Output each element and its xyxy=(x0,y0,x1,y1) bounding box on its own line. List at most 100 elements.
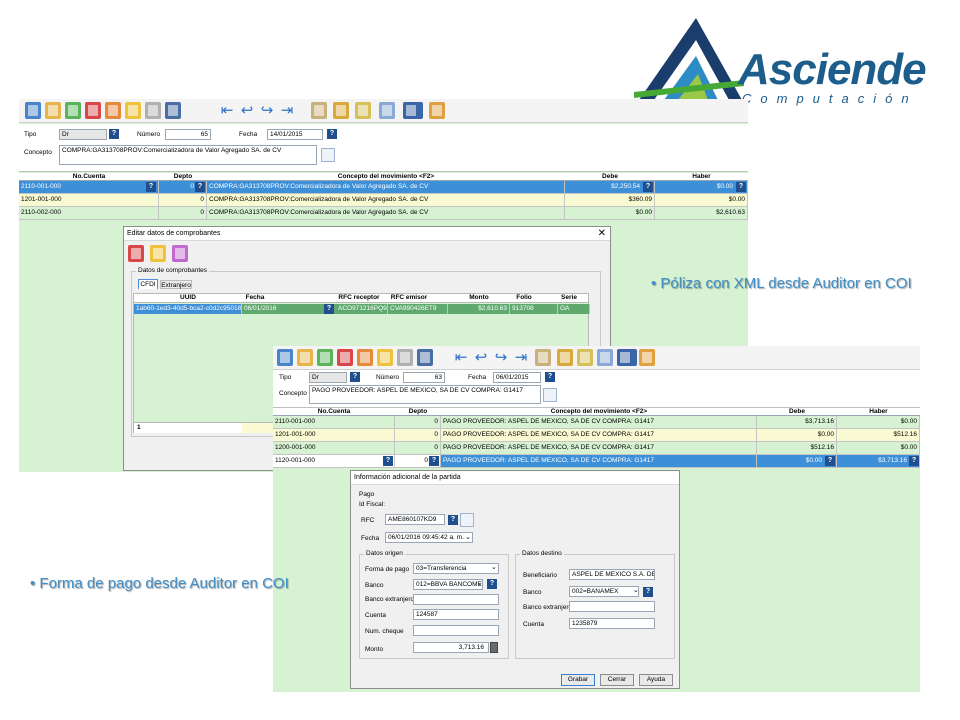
cell-debe[interactable]: $360.09 xyxy=(565,194,655,206)
forma-pago-select[interactable]: 03=Transferencia xyxy=(413,563,499,574)
cell-depto[interactable]: 0 xyxy=(395,442,441,454)
cell-concepto[interactable]: COMPRA:GA313708PROV:Comercializadora de … xyxy=(207,181,565,193)
chevron-down-icon[interactable]: ⌄ xyxy=(465,533,471,541)
cell-cuenta[interactable]: 2110-001-000 xyxy=(19,181,159,193)
first-record-icon[interactable]: ⇤ xyxy=(219,102,235,119)
table-row[interactable]: 1200-001-000 0 PAGO PROVEEDOR: ASPEL DE … xyxy=(273,442,920,455)
close-icon[interactable]: ✕ xyxy=(598,227,606,241)
catalog-icon[interactable] xyxy=(311,102,327,119)
banco-destino-select[interactable]: 002=BANAMEX xyxy=(569,586,639,597)
haber-calc-button[interactable]: ? xyxy=(909,456,919,466)
cell-haber[interactable]: $0.00 xyxy=(837,442,920,454)
delete-comprobante-icon[interactable] xyxy=(128,245,144,262)
preview-icon[interactable] xyxy=(145,102,161,119)
chevron-down-icon[interactable]: ⌄ xyxy=(477,579,483,587)
chevron-down-icon[interactable]: ⌄ xyxy=(491,563,497,571)
rfc-document-icon[interactable] xyxy=(460,513,474,527)
tipo-lookup-button[interactable]: ? xyxy=(109,129,119,139)
rfc-icon[interactable] xyxy=(355,102,371,119)
exit-icon[interactable] xyxy=(639,349,655,366)
table-row[interactable]: 2110-001-000 ? 0 ? COMPRA:GA313708PROV:C… xyxy=(19,181,748,194)
cell-depto[interactable]: 0 xyxy=(395,416,441,428)
delete-row-icon[interactable] xyxy=(85,102,101,119)
debe-calc-button[interactable]: ? xyxy=(643,182,653,192)
notes-icon[interactable] xyxy=(379,102,395,119)
cell-depto[interactable]: 0 xyxy=(395,429,441,441)
cell-serie[interactable]: GA xyxy=(558,304,590,314)
calculator-icon[interactable] xyxy=(490,642,498,653)
uuid-icon[interactable] xyxy=(617,349,637,366)
cell-rfc-receptor[interactable]: ACO971216PQ9 xyxy=(336,304,388,314)
next-record-icon[interactable]: ↪ xyxy=(259,102,275,119)
tipo-lookup-button[interactable]: ? xyxy=(350,372,360,382)
numero-field[interactable]: 65 xyxy=(165,129,211,140)
num-cheque-field[interactable] xyxy=(413,625,499,636)
fecha-picker-button[interactable]: ? xyxy=(545,372,555,382)
last-record-icon[interactable]: ⇥ xyxy=(513,349,529,366)
cell-debe[interactable]: $512.16 xyxy=(757,442,837,454)
attach-icon[interactable] xyxy=(172,245,188,262)
new-document-icon[interactable] xyxy=(297,349,313,366)
cell-debe[interactable]: $0.00 xyxy=(757,429,837,441)
cell-cuenta[interactable]: 2110-002-000 xyxy=(19,207,159,219)
table-row[interactable]: 2110-002-000 0 COMPRA:GA313708PROV:Comer… xyxy=(19,207,748,220)
fecha-lookup-button[interactable]: ? xyxy=(324,304,334,314)
rfc-icon[interactable] xyxy=(577,349,593,366)
fecha-picker-button[interactable]: ? xyxy=(327,129,337,139)
chevron-down-icon[interactable]: ⌄ xyxy=(633,586,639,594)
preview-icon[interactable] xyxy=(397,349,413,366)
fecha-field[interactable]: 06/01/2015 xyxy=(493,372,541,383)
banco-extranjero-destino-field[interactable] xyxy=(569,601,655,612)
cell-concepto[interactable]: COMPRA:GA313708PROV:Comercializadora de … xyxy=(207,207,565,219)
banco-origen-lookup-button[interactable]: ? xyxy=(487,579,497,589)
table-row[interactable]: 1120-001-000 ? 0 ? PAGO PROVEEDOR: ASPEL… xyxy=(273,455,920,468)
cell-debe[interactable]: $0.00 xyxy=(565,207,655,219)
previous-record-icon[interactable]: ↩ xyxy=(473,349,489,366)
copy-icon[interactable] xyxy=(357,349,373,366)
cell-monto[interactable]: $2,610.63 xyxy=(448,304,510,314)
new-document-icon[interactable] xyxy=(45,102,61,119)
cell-concepto[interactable]: PAGO PROVEEDOR: ASPEL DE MEXICO, SA DE C… xyxy=(441,429,757,441)
cerrar-button[interactable]: Cerrar xyxy=(600,674,634,686)
cell-cuenta[interactable]: 1201-001-000 xyxy=(273,429,395,441)
cell-rfc-emisor[interactable]: CVA990426ET9 xyxy=(388,304,448,314)
open-xml-icon[interactable] xyxy=(150,245,166,262)
cell-folio[interactable]: 913708 xyxy=(510,304,558,314)
xml-attach-icon[interactable] xyxy=(543,388,557,402)
cell-haber[interactable]: $3,713.16 xyxy=(837,455,920,467)
cell-haber[interactable]: $0.00 xyxy=(655,194,748,206)
cell-uuid[interactable]: 1ab60-1ed3-40d5-bca2-c0d2c950188c xyxy=(134,304,242,314)
first-record-icon[interactable]: ⇤ xyxy=(453,349,469,366)
open-folder-icon[interactable] xyxy=(377,349,393,366)
ayuda-button[interactable]: Ayuda xyxy=(639,674,673,686)
cell-concepto[interactable]: COMPRA:GA313708PROV:Comercializadora de … xyxy=(207,194,565,206)
table-row[interactable]: 2110-001-000 0 PAGO PROVEEDOR: ASPEL DE … xyxy=(273,416,920,429)
concepto-field[interactable]: PAGO PROVEEDOR: ASPEL DE MEXICO, SA DE C… xyxy=(309,385,541,404)
rfc-lookup-button[interactable]: ? xyxy=(448,515,458,525)
exit-icon[interactable] xyxy=(429,102,445,119)
add-row-icon[interactable] xyxy=(317,349,333,366)
tab-extranjero[interactable]: Extranjero xyxy=(160,280,192,289)
print-icon[interactable] xyxy=(165,102,181,119)
cell-cuenta[interactable]: 2110-001-000 xyxy=(273,416,395,428)
uuid-icon[interactable] xyxy=(403,102,423,119)
cell-fecha[interactable]: 06/01/2016 xyxy=(242,304,332,314)
cell-haber[interactable]: $0.00 xyxy=(655,181,748,193)
cell-cuenta[interactable]: 1120-001-000 xyxy=(273,455,395,467)
fecha-field[interactable]: 06/01/2016 09:45:42 a. m. xyxy=(385,532,473,543)
cell-haber[interactable]: $0.00 xyxy=(837,416,920,428)
settings-icon[interactable] xyxy=(557,349,573,366)
add-row-icon[interactable] xyxy=(65,102,81,119)
notes-icon[interactable] xyxy=(597,349,613,366)
depto-lookup-button[interactable]: ? xyxy=(429,456,439,466)
cuenta-destino-field[interactable]: 1235879 xyxy=(569,618,655,629)
open-folder-icon[interactable] xyxy=(125,102,141,119)
last-record-icon[interactable]: ⇥ xyxy=(279,102,295,119)
monto-field[interactable]: 3,713.16 xyxy=(413,642,489,653)
previous-record-icon[interactable]: ↩ xyxy=(239,102,255,119)
table-row[interactable]: 1ab60-1ed3-40d5-bca2-c0d2c950188c 06/01/… xyxy=(134,304,590,314)
catalog-icon[interactable] xyxy=(535,349,551,366)
tipo-field[interactable]: Dr xyxy=(309,372,347,383)
beneficiario-field[interactable]: ASPEL DE MEXICO S.A. DE C.V. xyxy=(569,569,655,580)
fecha-field[interactable]: 14/01/2015 xyxy=(267,129,323,140)
